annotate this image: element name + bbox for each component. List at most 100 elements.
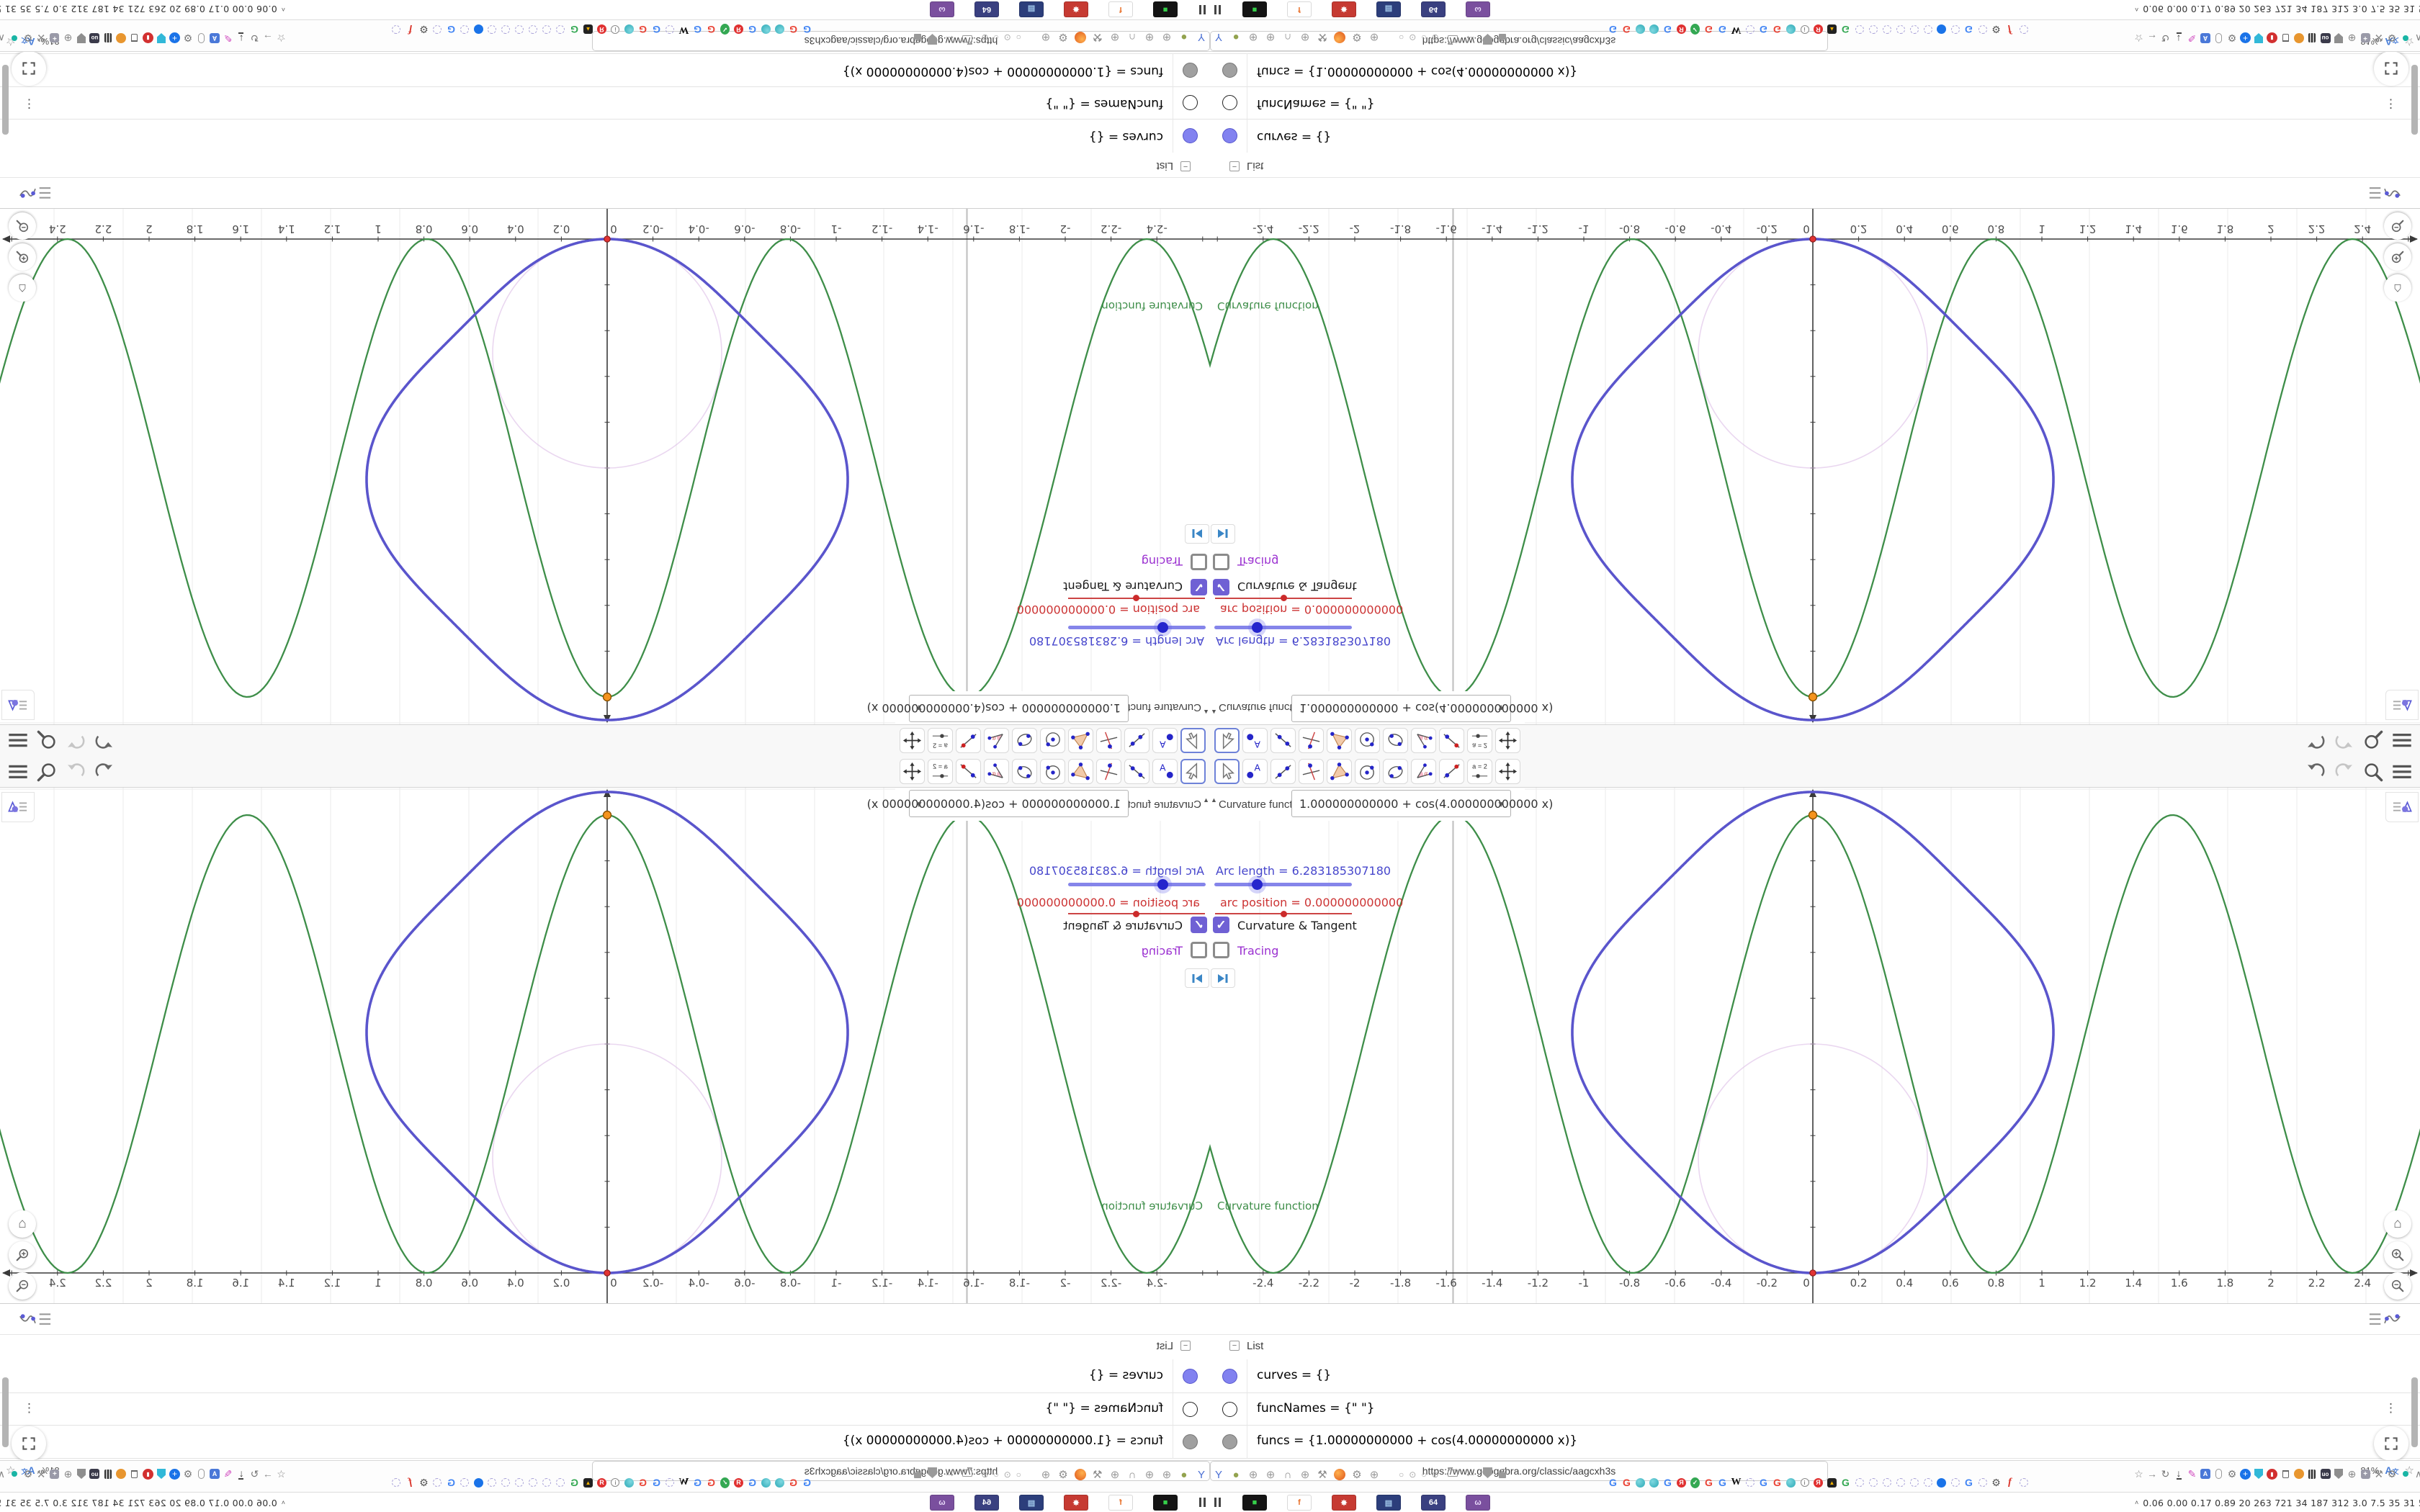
favicon-f[interactable]: f [2004, 24, 2015, 35]
zoom-out-button[interactable] [9, 212, 36, 240]
zoom-in-button[interactable] [2384, 243, 2411, 271]
favicon-pent[interactable] [1868, 24, 1878, 35]
visibility-marble-hollow[interactable] [1183, 1402, 1198, 1417]
favicon-pent[interactable] [1881, 1477, 1892, 1488]
tracing-checkbox[interactable] [1191, 942, 1207, 958]
favicon-blue[interactable] [473, 24, 484, 35]
shield-cyan-icon[interactable] [156, 30, 167, 46]
globe-orange-icon[interactable] [2293, 30, 2304, 46]
favicon-G[interactable]: G [651, 24, 662, 35]
algebra-view-toggle[interactable] [2368, 1308, 2403, 1333]
fullscreen-button[interactable] [2374, 1426, 2408, 1461]
pin-icon[interactable]: Y [1211, 30, 1226, 45]
shield-icon[interactable] [1483, 34, 1492, 45]
download-icon[interactable]: ↓ [2174, 1466, 2184, 1482]
favicon-f[interactable]: f [2004, 1477, 2015, 1488]
favicon-check[interactable]: ✓ [720, 1477, 730, 1488]
reload-icon[interactable]: ↻ [2160, 1466, 2171, 1482]
barrel-icon[interactable] [103, 1466, 114, 1482]
favicon-G[interactable]: G [1703, 1477, 1714, 1488]
globe-icon[interactable]: ⊕ [1160, 30, 1174, 45]
curvature-max-point[interactable] [602, 692, 612, 702]
globe-icon[interactable]: ⊕ [1367, 1467, 1381, 1482]
gear-icon[interactable]: ⚙ [23, 30, 34, 46]
visibility-marble-blue[interactable] [1183, 128, 1198, 143]
arrow-right-icon[interactable]: → [2147, 30, 2158, 46]
favicon-check[interactable]: ✓ [1690, 1477, 1700, 1488]
tool-polygon[interactable] [1068, 759, 1093, 784]
back-icon[interactable]: ← [1464, 33, 1476, 47]
favicon-check[interactable]: ✓ [1690, 24, 1700, 35]
shield-icon[interactable] [928, 1467, 937, 1478]
favicon-G[interactable]: G [446, 24, 457, 35]
tool-intersect-lines[interactable] [1299, 728, 1324, 753]
taskbar-app-floppy-64[interactable]: 64 [1421, 1, 1446, 17]
wrench-icon[interactable]: ⚒ [1090, 30, 1105, 45]
ring-icon[interactable]: ○ [993, 32, 998, 42]
puzzle-icon[interactable]: + [50, 1466, 60, 1482]
star-icon[interactable]: ☆ [276, 30, 287, 46]
ring-icon[interactable]: ○ [1016, 32, 1021, 42]
gear-icon[interactable]: ⚙ [1056, 30, 1070, 45]
scrollbar-thumb[interactable] [2411, 65, 2418, 135]
favicon-G[interactable]: G [569, 24, 580, 35]
favicon-sphere[interactable] [1649, 24, 1659, 35]
redo-button[interactable] [65, 761, 86, 783]
zoom-in-button[interactable] [9, 1241, 36, 1269]
favicon-ya[interactable]: Я [733, 24, 744, 35]
favicon-pent[interactable] [665, 1477, 676, 1488]
globe-icon[interactable]: ⊕ [63, 30, 73, 46]
back-icon[interactable]: ← [944, 1466, 956, 1480]
barrel-icon[interactable] [103, 30, 114, 46]
globe-icon[interactable]: ⊕ [1263, 1467, 1278, 1482]
favicon-pent[interactable] [665, 24, 676, 35]
curvature-function-combobox[interactable]: 1.000000000000 + cos(4.000000000000 x) ▼ [1291, 790, 1553, 817]
firefox-icon[interactable] [1073, 30, 1088, 45]
headphones-icon[interactable]: ∩ [1281, 30, 1295, 45]
favicon-G[interactable]: G [651, 1477, 662, 1488]
visibility-marble-hollow[interactable] [1222, 1402, 1237, 1417]
olive-circle-icon[interactable]: ● [1229, 1467, 1243, 1482]
home-view-button[interactable]: ⌂ [9, 1210, 36, 1238]
monitor-collapse-icon[interactable]: ˄ [282, 6, 285, 13]
gear-icon[interactable]: ⚙ [1056, 1467, 1070, 1482]
favicon-gear[interactable]: ⚙ [1991, 1477, 2002, 1488]
taskbar-app-cat-app[interactable]: ω [1466, 1, 1490, 17]
folder-icon[interactable] [962, 35, 972, 43]
favicon-sphere[interactable] [761, 1477, 771, 1488]
favicon-sphere[interactable] [1635, 1477, 1646, 1488]
olive-circle-icon[interactable]: ● [1177, 1467, 1191, 1482]
stylebar-toggle-button[interactable] [1, 690, 35, 720]
arc-position-point[interactable] [604, 1269, 611, 1277]
favicon-gear[interactable]: ⚙ [418, 1477, 429, 1488]
tool-conic-points[interactable] [1383, 759, 1408, 784]
algebra-view-toggle[interactable] [17, 1308, 52, 1333]
favicon-pent[interactable] [1854, 24, 1865, 35]
favicon-pent[interactable] [555, 24, 566, 35]
taskbar-app-floppy-64[interactable]: 64 [974, 1495, 999, 1511]
tool-reflect-about-line[interactable] [956, 728, 981, 753]
headphones-icon[interactable]: ∩ [1281, 1467, 1295, 1482]
favicon-G[interactable]: G [747, 24, 758, 35]
shield-a-icon[interactable]: A [210, 30, 220, 46]
favicon-photo[interactable]: ▲ [583, 24, 593, 35]
arrow-right-icon[interactable]: → [263, 1466, 274, 1482]
favicon-pent[interactable] [528, 1477, 539, 1488]
arc-position-point[interactable] [1809, 1269, 1816, 1277]
tool-move[interactable] [1180, 759, 1206, 784]
tool-move[interactable] [1214, 728, 1240, 753]
favicon-G[interactable]: G [1840, 24, 1851, 35]
favicon-pent[interactable] [501, 24, 511, 35]
favicon-pent[interactable] [501, 1477, 511, 1488]
row-menu-kebab-icon[interactable]: ⋮ [2385, 1401, 2397, 1416]
algebra-row-funcnames[interactable]: funcNames = {" "} ⋮ [1210, 86, 2420, 119]
plus-icon[interactable]: + [169, 1466, 180, 1482]
tool-point-label[interactable]: A [1152, 759, 1178, 784]
dot-ring-icon[interactable]: ⊙ [1432, 32, 1439, 42]
globe-icon[interactable]: ⊕ [1298, 1467, 1312, 1482]
shield-gray-icon[interactable] [76, 1466, 87, 1482]
collapse-list-button[interactable]: − [1180, 1341, 1191, 1351]
dot-teal-icon[interactable] [9, 30, 20, 46]
search-icon[interactable] [36, 729, 58, 751]
globe-icon[interactable]: ⊕ [1108, 30, 1122, 45]
